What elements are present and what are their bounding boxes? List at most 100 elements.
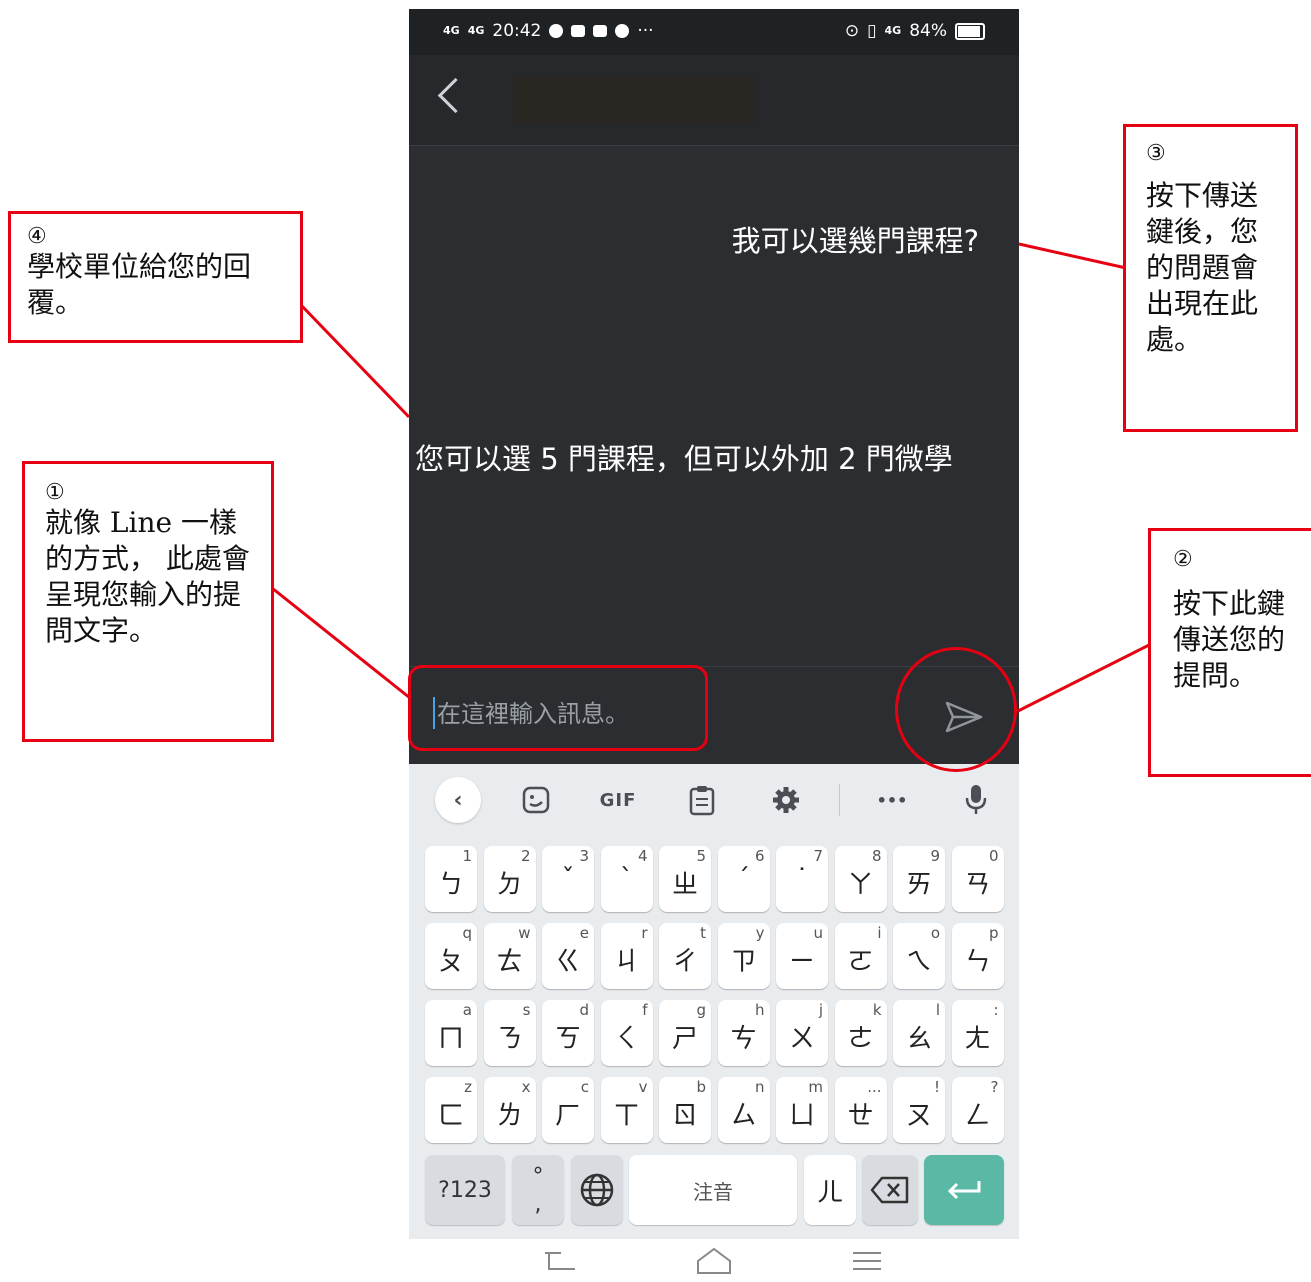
clipboard-icon <box>689 786 715 816</box>
key-a[interactable]: aㄇ <box>425 1000 477 1066</box>
key-v[interactable]: vㄒ <box>600 1077 653 1143</box>
backspace-icon <box>870 1176 909 1204</box>
more-options-button[interactable]: ••• <box>867 780 917 820</box>
key-p[interactable]: pㄣ <box>951 923 1004 989</box>
key-label: ㄩ <box>788 1101 815 1131</box>
key-k[interactable]: kㄜ <box>834 1000 887 1066</box>
key-b[interactable]: bㄖ <box>659 1077 711 1143</box>
gif-button[interactable]: GIF <box>593 780 643 820</box>
voice-input-button[interactable] <box>951 780 1001 820</box>
key-t[interactable]: tㄔ <box>659 923 711 989</box>
key-3[interactable]: 3ˇ <box>542 846 594 912</box>
key-d[interactable]: dㄎ <box>542 1000 594 1066</box>
language-key[interactable] <box>571 1155 623 1225</box>
sticker-icon <box>522 786 550 814</box>
key-hint: b <box>696 1078 706 1096</box>
key-hint: 1 <box>462 847 472 865</box>
key-label: ˋ <box>620 864 633 894</box>
key-label: ㄔ <box>671 947 698 977</box>
punctuation-key[interactable]: ° , <box>512 1155 564 1225</box>
reply-message: 您可以選 5 門課程，但可以外加 2 門微學 <box>415 442 953 476</box>
key-l[interactable]: lㄠ <box>893 1000 945 1066</box>
key-g[interactable]: gㄕ <box>659 1000 711 1066</box>
clipboard-button[interactable] <box>677 780 727 820</box>
key-hint: 5 <box>696 847 706 865</box>
key-row-1: 1 ㄅ 2 ㄉ 3 ˇ 4 ˋ 5 ㄓ 6 ˊ 7 ˙ 8 ㄚ 9 ㄞ 0 ㄢ <box>425 846 1005 912</box>
home-icon <box>697 1247 731 1274</box>
key-n[interactable]: nㄙ <box>717 1077 770 1143</box>
key-2[interactable]: 2ㄉ <box>483 846 536 912</box>
key-r[interactable]: rㄐ <box>600 923 653 989</box>
er-key[interactable]: ㄦ <box>804 1155 856 1225</box>
key-f[interactable]: fㄑ <box>600 1000 653 1066</box>
keyboard-collapse-button[interactable]: ‹ <box>435 777 481 823</box>
key-c[interactable]: cㄏ <box>542 1077 594 1143</box>
key-o[interactable]: oㄟ <box>893 923 945 989</box>
key-...[interactable]: ... ㄝ <box>834 1077 887 1143</box>
key-4[interactable]: 4ˋ <box>600 846 653 912</box>
back-button[interactable] <box>429 69 479 129</box>
settings-button[interactable] <box>761 780 811 820</box>
key-hint: l <box>935 1001 940 1019</box>
mail-notification-icon <box>571 25 586 37</box>
backspace-key[interactable] <box>862 1155 918 1225</box>
key-5[interactable]: 5ㄓ <box>659 846 711 912</box>
key-hint: o <box>930 924 940 942</box>
status-time: 20:42 <box>492 21 542 41</box>
key-hint: h <box>754 1001 765 1019</box>
key-y[interactable]: yㄗ <box>717 923 770 989</box>
key-?[interactable]: ? ㄥ <box>951 1077 1004 1143</box>
key-:[interactable]: :ㄤ <box>951 1000 1004 1066</box>
key-q[interactable]: qㄆ <box>425 923 477 989</box>
key-w[interactable]: wㄊ <box>483 923 536 989</box>
key-x[interactable]: xㄌ <box>483 1077 536 1143</box>
key-h[interactable]: hㄘ <box>717 1000 770 1066</box>
key-![interactable]: ! ㄡ <box>893 1077 945 1143</box>
key-hint: g <box>696 1001 706 1019</box>
key-0[interactable]: 0ㄢ <box>951 846 1004 912</box>
key-hint: e <box>579 924 589 942</box>
nav-menu-button[interactable] <box>847 1245 887 1277</box>
key-hint: q <box>462 924 472 942</box>
key-label: ㄅ <box>437 870 464 900</box>
key-hint: s <box>522 1001 531 1019</box>
key-i[interactable]: iㄛ <box>834 923 887 989</box>
nav-home-button[interactable] <box>694 1245 734 1277</box>
key-u[interactable]: uㄧ <box>776 923 828 989</box>
key-1[interactable]: 1ㄅ <box>425 846 477 912</box>
key-8[interactable]: 8ㄚ <box>834 846 887 912</box>
callout-1-text: 就像 Line 一樣的方式， 此處會呈現您輸入的提問文字。 <box>45 506 250 647</box>
chevron-left-icon <box>437 77 474 114</box>
key-hint: i <box>877 924 882 942</box>
enter-key[interactable] <box>924 1155 1004 1225</box>
key-s[interactable]: sㄋ <box>483 1000 536 1066</box>
key-label: ㄧ <box>788 947 815 977</box>
symbols-key[interactable]: ?123 <box>425 1155 505 1225</box>
key-label: ㄊ <box>496 947 523 977</box>
sticker-button[interactable] <box>511 780 561 820</box>
key-m[interactable]: mㄩ <box>776 1077 828 1143</box>
key-hint: 8 <box>871 847 882 865</box>
space-key[interactable]: 注音 <box>629 1155 797 1225</box>
user-message: 我可以選幾門課程? <box>731 224 979 258</box>
more-notifications: ··· <box>637 21 654 41</box>
microphone-icon <box>965 785 987 814</box>
globe-icon <box>580 1173 614 1207</box>
key-j[interactable]: jㄨ <box>776 1000 828 1066</box>
key-7[interactable]: 7 ˙ <box>776 846 828 912</box>
key-z[interactable]: zㄈ <box>425 1077 477 1143</box>
key-9[interactable]: 9ㄞ <box>893 846 945 912</box>
redacted-chat-title <box>513 77 753 123</box>
callout-2: ② 按下此鍵傳送您的提問。 <box>1148 528 1311 777</box>
phone-screen: 4G 4G 20:42 ··· ⊙ ▯ 4G 84% 我可以選幾門課程? 您可以… <box>409 9 1019 1282</box>
status-bar: 4G 4G 20:42 ··· ⊙ ▯ 4G 84% <box>409 9 1019 55</box>
key-hint: n <box>754 1078 765 1096</box>
key-hint: a <box>462 1001 472 1019</box>
key-hint: 4 <box>637 847 648 865</box>
key-hint: t <box>700 924 706 942</box>
key-6[interactable]: 6ˊ <box>717 846 770 912</box>
key-e[interactable]: eㄍ <box>542 923 594 989</box>
key-hint: v <box>638 1078 648 1096</box>
nav-back-button[interactable] <box>541 1245 581 1277</box>
key-hint: c <box>580 1078 589 1096</box>
